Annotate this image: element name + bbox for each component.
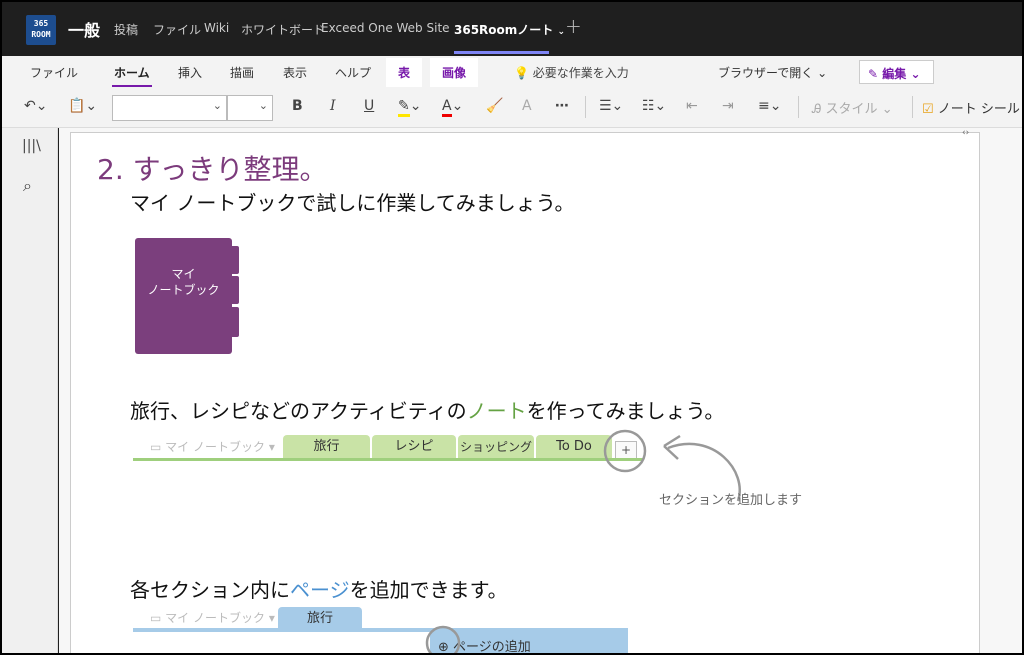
- line2-text-end: を作ってみましょう。: [526, 399, 725, 423]
- decrease-indent-icon[interactable]: ⇤: [686, 98, 698, 114]
- clipboard-icon[interactable]: 📋⌄: [68, 98, 97, 114]
- tell-me-label: 必要な作業を入力: [532, 66, 629, 80]
- section-tab-travel: 旅行: [283, 435, 370, 459]
- menu-file[interactable]: ファイル: [30, 64, 78, 81]
- notebook-illustration: マイ ノートブック: [135, 238, 232, 354]
- menu-draw[interactable]: 描画: [230, 64, 254, 81]
- chevron-down-icon: ⌄: [258, 99, 268, 112]
- chevron-down-icon: ⌄: [817, 66, 828, 80]
- note-tag-label: ノート シール: [937, 102, 1020, 117]
- tab-notebook-label: 365Roomノート: [454, 23, 554, 37]
- menu-help[interactable]: ヘルプ: [335, 64, 371, 81]
- open-in-browser-label: ブラウザーで開く: [718, 66, 814, 80]
- callout-circle: [425, 625, 461, 653]
- font-color-icon[interactable]: A⌄: [442, 98, 463, 117]
- teams-window: { "topbar": { "logo": "365\nROOM", "chan…: [0, 0, 1024, 655]
- line2-highlight: ノート: [466, 399, 527, 423]
- book-tab: [231, 276, 239, 304]
- increase-indent-icon[interactable]: ⇥: [722, 98, 734, 114]
- bullets-icon[interactable]: ☰⌄: [599, 98, 623, 114]
- page-section-tab: 旅行: [278, 607, 362, 630]
- channel-name: 一般: [68, 21, 101, 40]
- teams-top-bar: 365 ROOM 一般 投稿 ファイル Wiki ホワイトボード Exceed …: [2, 2, 1022, 56]
- bold-icon[interactable]: B: [292, 98, 303, 114]
- book-label-1: マイ: [171, 267, 196, 281]
- line-sections: 旅行、レシピなどのアクティビティのノートを作ってみましょう。: [130, 395, 724, 424]
- undo-icon[interactable]: ↶⌄: [24, 98, 47, 114]
- highlight-icon[interactable]: ✎⌄: [398, 98, 421, 117]
- edit-button-label: 編集: [882, 67, 907, 81]
- more-icon[interactable]: ⋯: [555, 98, 569, 114]
- section-tab-recipe: レシピ: [372, 435, 456, 459]
- ghost-notebook-text-2: マイ ノートブック: [165, 611, 265, 625]
- line3-text-end: を追加できます。: [349, 578, 508, 602]
- separator: [912, 96, 913, 118]
- clear-format-icon[interactable]: 🧹: [486, 98, 503, 114]
- align-icon[interactable]: ≡⌄: [758, 98, 781, 114]
- style-icon: Ꭿ: [812, 102, 822, 117]
- ghost-notebook-label-2: ▭ マイ ノートブック ▾: [150, 611, 275, 625]
- menu-table[interactable]: 表: [386, 58, 423, 87]
- section-tab-shopping: ショッピング: [458, 435, 534, 459]
- page-heading: 2. すっきり整理。: [97, 153, 328, 186]
- line3-highlight: ページ: [290, 578, 350, 602]
- line2-text: 旅行、レシピなどのアクティビティの: [130, 399, 467, 423]
- chevron-down-icon: ⌄: [212, 99, 222, 112]
- tab-wiki[interactable]: Wiki: [204, 21, 229, 35]
- numbering-icon[interactable]: ☷⌄: [642, 98, 666, 114]
- menu-insert[interactable]: 挿入: [178, 64, 202, 81]
- open-in-browser-button[interactable]: ブラウザーで開く ⌄: [718, 64, 827, 81]
- tab-notebook[interactable]: 365Roomノート ⌄: [454, 21, 565, 54]
- team-logo[interactable]: 365 ROOM: [26, 15, 56, 45]
- edit-button[interactable]: ✎ 編集 ⌄: [859, 60, 934, 84]
- chevron-down-icon[interactable]: ⌄: [557, 27, 565, 37]
- underline-icon[interactable]: U: [364, 98, 374, 114]
- styles-label: スタイル: [825, 102, 878, 117]
- styles-select[interactable]: Ꭿ スタイル ⌄: [812, 98, 893, 117]
- expand-icon[interactable]: ‹›: [962, 128, 969, 138]
- tag-star-icon: ☑: [922, 102, 934, 117]
- line-notebook: マイ ノートブックで試しに作業してみましょう。: [130, 191, 575, 215]
- italic-icon[interactable]: I: [330, 98, 336, 114]
- note-tag-button[interactable]: ☑ ノート シール: [922, 98, 1020, 117]
- tab-files[interactable]: ファイル: [153, 21, 201, 38]
- add-tab-button[interactable]: +: [565, 14, 582, 38]
- callout-add-section: セクションを追加します: [659, 493, 803, 508]
- menu-picture[interactable]: 画像: [430, 58, 479, 87]
- left-nav: |||\ ⌕: [2, 128, 58, 653]
- section-bar: [133, 458, 643, 461]
- book-label-2: ノートブック: [147, 283, 220, 297]
- notebooks-icon[interactable]: |||\: [22, 138, 41, 154]
- separator: [798, 96, 799, 118]
- search-icon[interactable]: ⌕: [23, 176, 32, 196]
- menu-view[interactable]: 表示: [283, 64, 307, 81]
- font-name-select[interactable]: ⌄: [112, 95, 227, 121]
- text-effects-icon[interactable]: A: [522, 98, 532, 114]
- line3-text: 各セクション内に: [130, 578, 290, 602]
- notebook-icon: ▭: [150, 611, 162, 625]
- tab-website[interactable]: Exceed One Web Site: [321, 21, 450, 35]
- pencil-icon: ✎: [868, 67, 879, 81]
- notebook-icon: ▭: [150, 440, 162, 454]
- tab-posts[interactable]: 投稿: [114, 21, 138, 38]
- ghost-notebook-text: マイ ノートブック: [165, 440, 265, 454]
- ribbon: ファイル ホーム 挿入 描画 表示 ヘルプ 表 画像 💡 必要な作業を入力 ブラ…: [2, 56, 1022, 128]
- font-size-select[interactable]: ⌄: [227, 95, 273, 121]
- separator: [585, 96, 586, 118]
- book-tab: [231, 246, 239, 274]
- lightbulb-icon: 💡: [514, 66, 529, 80]
- tab-whiteboard[interactable]: ホワイトボード: [241, 21, 325, 38]
- line-pages: 各セクション内にページを追加できます。: [130, 574, 508, 603]
- menu-home[interactable]: ホーム: [112, 64, 152, 87]
- book-tab: [231, 307, 239, 337]
- ghost-notebook-label: ▭ マイ ノートブック ▾: [150, 440, 275, 454]
- tell-me-search[interactable]: 💡 必要な作業を入力: [514, 64, 629, 81]
